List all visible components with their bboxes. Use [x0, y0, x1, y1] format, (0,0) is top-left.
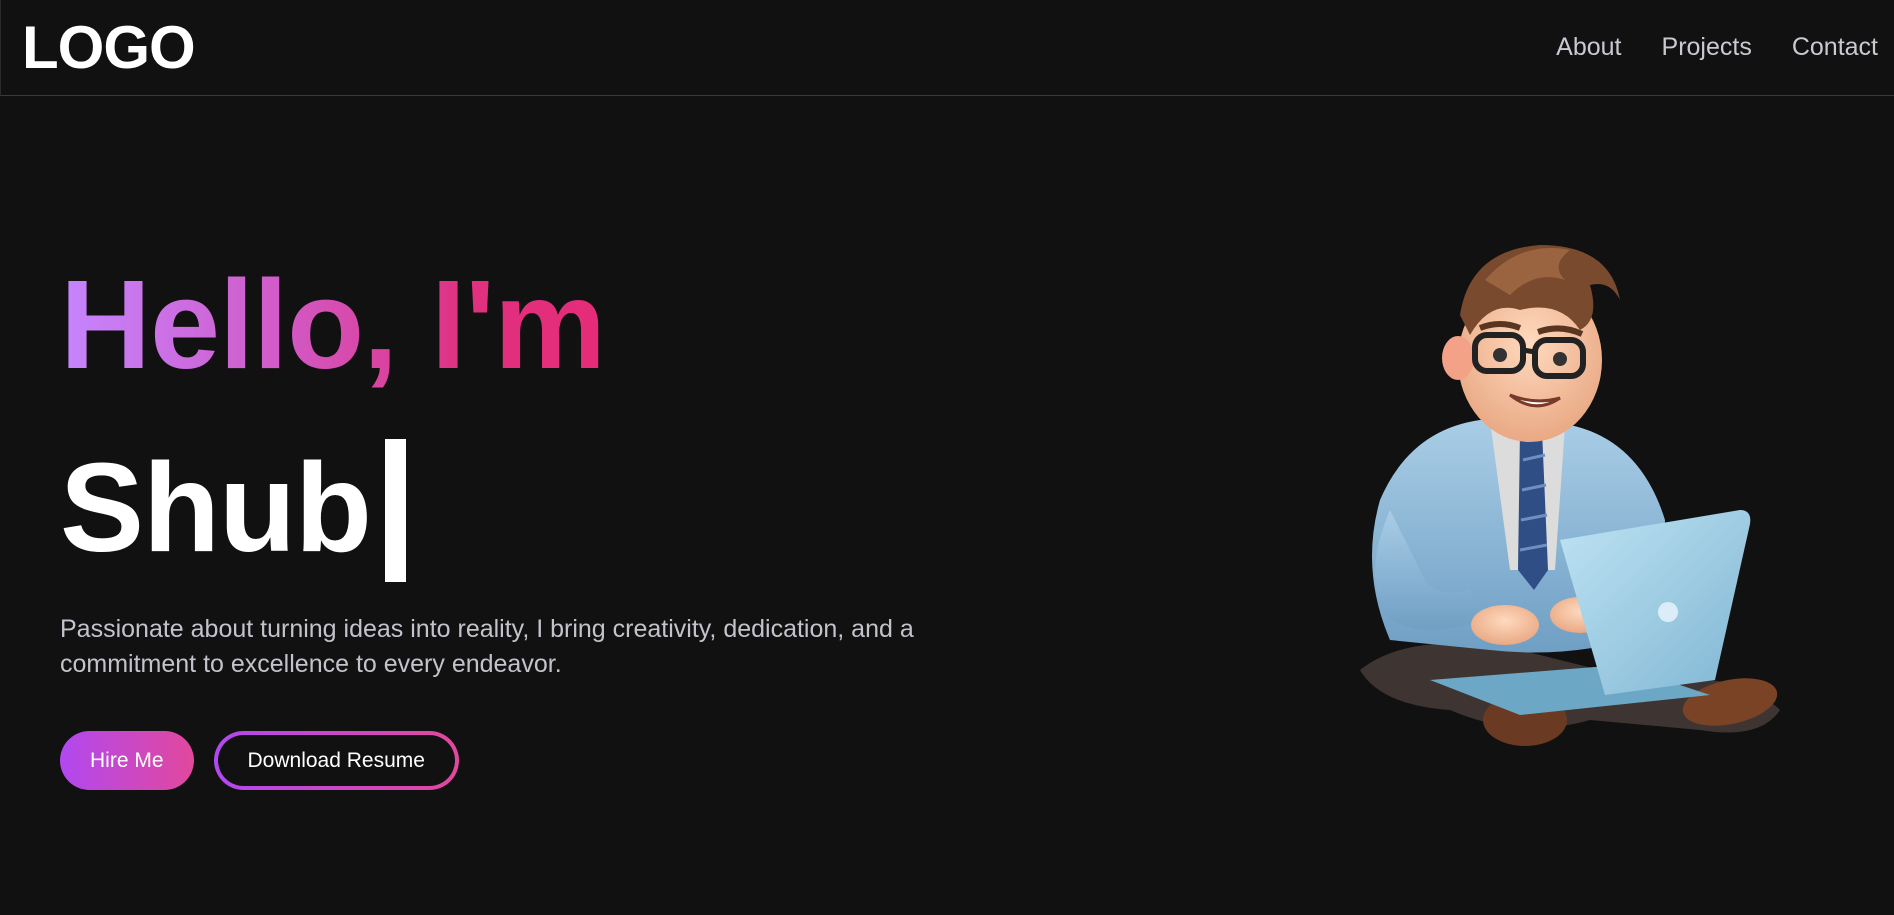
hero-name-line: Shub: [60, 433, 406, 582]
hero-tagline: Passionate about turning ideas into real…: [60, 615, 914, 678]
hero-name: Shub: [60, 436, 372, 578]
nav-link-projects[interactable]: Projects: [1662, 30, 1752, 64]
download-resume-button[interactable]: Download Resume: [214, 731, 459, 790]
hero-buttons: Hire Me Download Resume: [60, 731, 459, 790]
nav-link-about[interactable]: About: [1556, 30, 1621, 64]
nav-links: About Projects Contact: [1556, 30, 1878, 64]
developer-avatar-illustration: [1320, 240, 1800, 770]
hire-me-button[interactable]: Hire Me: [60, 731, 194, 790]
typing-cursor: [384, 439, 406, 582]
nav-link-contact[interactable]: Contact: [1792, 30, 1878, 64]
hero-greeting: Hello, I'm: [60, 254, 606, 395]
navbar: LOGO About Projects Contact: [0, 0, 1894, 96]
hero-section: Hello, I'm Shub: [60, 254, 606, 582]
logo[interactable]: LOGO: [22, 15, 196, 81]
